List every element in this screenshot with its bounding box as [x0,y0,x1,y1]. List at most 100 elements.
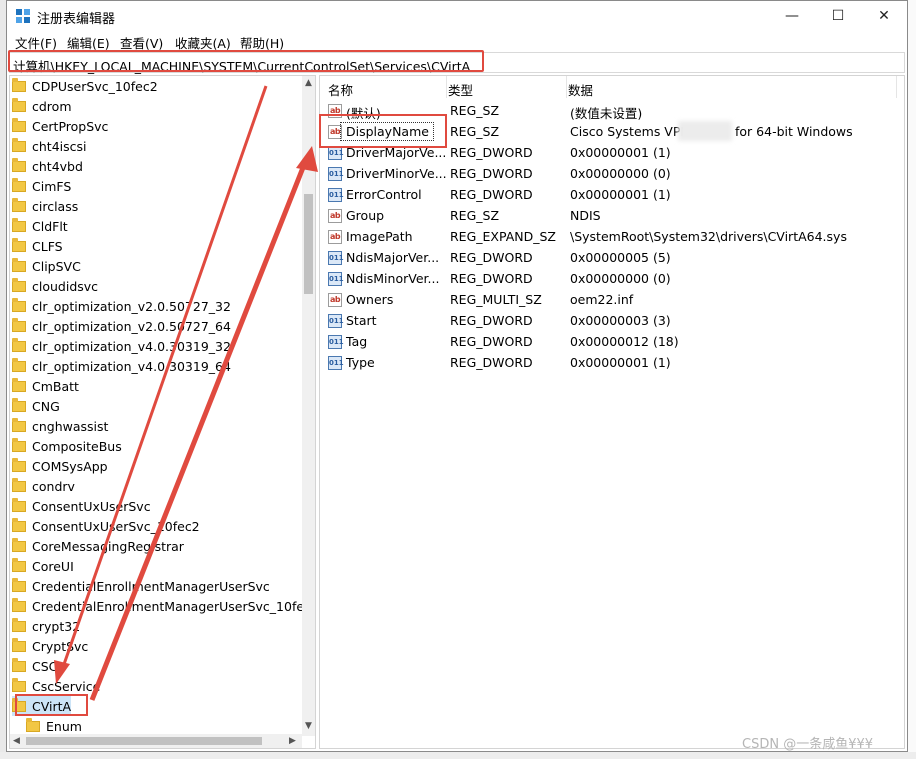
tree-item[interactable]: CldFlt [12,216,68,236]
binary-value-icon: 011 [328,272,344,286]
values-pane[interactable]: 名称 类型 数据 ab (默认) REG_SZ (数值未设置) ab DisplayNam… [319,75,905,749]
tree-item[interactable]: cht4vbd [12,156,83,176]
tree-item[interactable]: CNG [12,396,60,416]
tree-item[interactable]: clr_optimization_v4.0.30319_32 [12,336,231,356]
value-row[interactable]: 011 Type REG_DWORD 0x00000001 (1) [320,353,900,374]
column-divider[interactable] [896,76,897,98]
value-row[interactable]: ab Group REG_SZ NDIS [320,206,900,227]
folder-icon [12,577,26,592]
key-tree-pane[interactable]: CDPUserSvc_10fec2 cdrom CertPropSvc cht4isc… [9,75,316,749]
tree-item[interactable]: CmBatt [12,376,79,396]
scroll-left-arrow-icon[interactable]: ◀ [13,736,20,746]
column-divider[interactable] [446,76,447,98]
value-data: 0x00000012 (18) [570,334,679,349]
maximize-button[interactable]: ☐ [815,1,861,31]
window-title: 注册表编辑器 [37,12,116,27]
folder-icon [12,217,26,232]
tree-item-label: CmBatt [32,378,79,394]
value-data: NDIS [570,208,601,223]
tree-item-label: clr_optimization_v4.0.30319_32 [32,338,231,354]
tree-item-label: CimFS [32,178,72,194]
column-divider[interactable] [566,76,567,98]
title-bar[interactable]: 注册表编辑器 — ☐ ✕ [7,1,907,31]
tree-item-label: circlass [32,198,79,214]
watermark: CSDN @一条咸鱼¥¥¥ [742,737,874,752]
tree-item[interactable]: cdrom [12,96,72,116]
tree-item[interactable]: circlass [12,196,78,216]
scroll-up-arrow-icon[interactable]: ▲ [305,78,312,88]
value-row[interactable]: 011 ErrorControl REG_DWORD 0x00000001 (1) [320,185,900,206]
value-name: Start [346,313,377,328]
tree-vertical-scroll-thumb[interactable] [304,194,313,294]
scroll-down-arrow-icon[interactable]: ▼ [305,721,312,731]
minimize-button[interactable]: — [769,1,815,31]
tree-item[interactable]: CompositeBus [12,436,122,456]
folder-icon [26,717,40,732]
folder-icon [12,357,26,372]
value-type: REG_DWORD [450,145,533,160]
value-data: 0x00000000 (0) [570,166,671,181]
tree-item[interactable]: CertPropSvc [12,116,108,136]
tree-item-label: CertPropSvc [32,118,109,134]
tree-item-label: Enum [46,718,82,734]
tree-item[interactable]: CimFS [12,176,71,196]
tree-item[interactable]: clr_optimization_v2.0.50727_64 [12,316,231,336]
tree-item-label: CSC [32,658,58,674]
value-row[interactable]: 011 NdisMinorVer... REG_DWORD 0x00000000 (0… [320,269,900,290]
close-button[interactable]: ✕ [861,1,907,31]
tree-item[interactable]: CoreUI [12,556,74,576]
tree-item[interactable]: CSC [12,656,57,676]
tree-item-label: clr_optimization_v2.0.50727_64 [32,318,231,334]
tree-item[interactable]: ClipSVC [12,256,81,276]
tree-item[interactable]: cnghwassist [12,416,108,436]
value-data: 0x00000003 (3) [570,313,671,328]
tree-item[interactable]: CDPUserSvc_10fec2 [12,76,158,96]
registry-editor-window: 注册表编辑器 — ☐ ✕ 文件(F) 编辑(E) 查看(V) 收藏夹(A) 帮助… [6,0,908,752]
folder-icon [12,177,26,192]
column-header-name[interactable]: 名称 [328,80,353,99]
value-row[interactable]: 011 NdisMajorVer... REG_DWORD 0x00000005 (5… [320,248,900,269]
tree-item[interactable]: Enum [26,716,82,736]
value-name: ImagePath [346,229,413,244]
value-name: NdisMinorVer... [346,271,440,286]
value-data: 0x00000001 (1) [570,145,671,160]
scroll-right-arrow-icon[interactable]: ▶ [289,736,296,746]
tree-item[interactable]: ConsentUxUserSvc_10fec2 [12,516,200,536]
folder-icon [12,197,26,212]
tree-item[interactable]: clr_optimization_v4.0.30319_64 [12,356,231,376]
tree-item[interactable]: COMSysApp [12,456,108,476]
tree-horizontal-scroll-thumb[interactable] [26,737,262,745]
tree-item-label: CryptSvc [32,638,89,654]
value-row[interactable]: 011 Start REG_DWORD 0x00000003 (3) [320,311,900,332]
tree-item[interactable]: clr_optimization_v2.0.50727_32 [12,296,231,316]
value-row[interactable]: 011 DriverMinorVe... REG_DWORD 0x00000000 (… [320,164,900,185]
tree-item[interactable]: CredentialEnrollmentManagerUserSvc [12,576,270,596]
address-highlight-box [8,50,484,72]
tree-item[interactable]: crypt32 [12,616,80,636]
binary-value-icon: 011 [328,314,344,328]
tree-item[interactable]: cloudidsvc [12,276,98,296]
tree-item[interactable]: CscService [12,676,100,696]
value-row[interactable]: 011 Tag REG_DWORD 0x00000012 (18) [320,332,900,353]
tree-item-label: cht4iscsi [32,138,87,154]
folder-icon [12,97,26,112]
tree-item[interactable]: CredentialEnrollmentManagerUserSvc_10fec… [12,596,315,616]
value-row[interactable]: ab Owners REG_MULTI_SZ oem22.inf [320,290,900,311]
tree-item[interactable]: ConsentUxUserSvc [12,496,151,516]
value-type: REG_SZ [450,124,500,139]
column-header-data[interactable]: 数据 [568,80,593,99]
tree-item[interactable]: CoreMessagingRegistrar [12,536,184,556]
tree-item[interactable]: CLFS [12,236,63,256]
background-window-edge-bottom [0,752,916,759]
folder-icon [12,317,26,332]
tree-item[interactable]: cht4iscsi [12,136,87,156]
tree-item[interactable]: condrv [12,476,75,496]
tree-item-label: clr_optimization_v2.0.50727_32 [32,298,231,314]
binary-value-icon: 011 [328,167,344,181]
tree-item[interactable]: CryptSvc [12,636,88,656]
column-header-type[interactable]: 类型 [448,80,473,99]
tree-item-label: CoreMessagingRegistrar [32,538,184,554]
folder-icon [12,597,26,612]
value-row[interactable]: ab ImagePath REG_EXPAND_SZ \SystemRoot\Syst… [320,227,900,248]
tree-vertical-scrollbar[interactable]: ▲ ▼ [302,76,315,736]
